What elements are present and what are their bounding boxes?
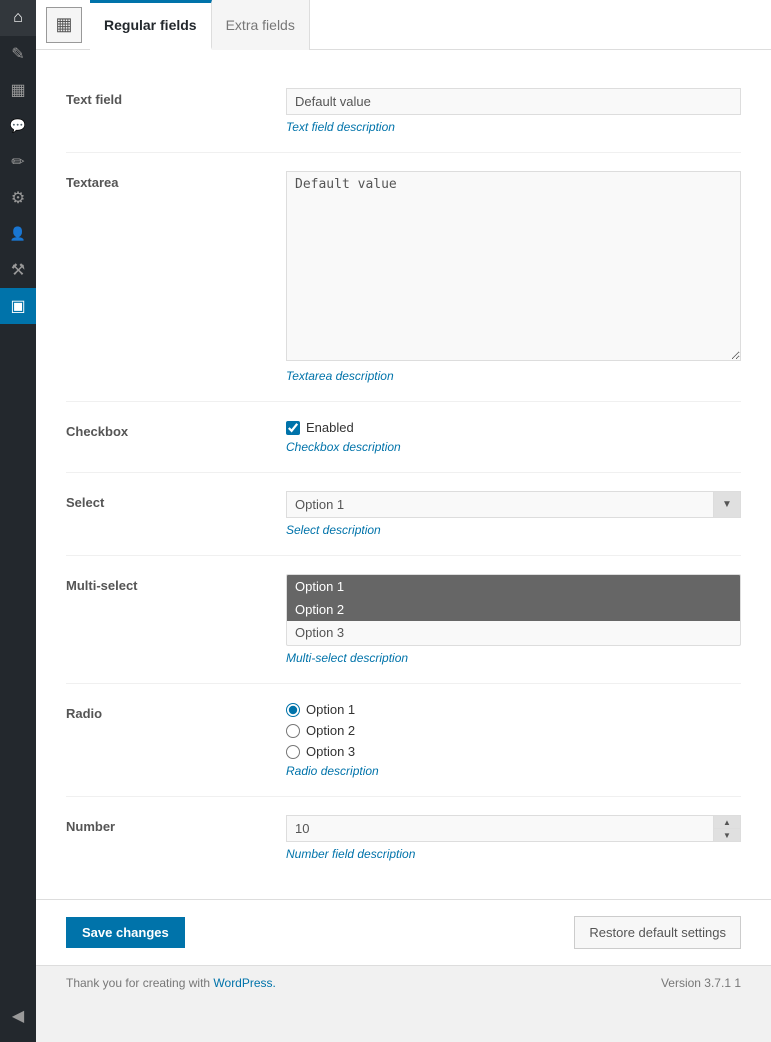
number-row: Number ▲ ▼ Number field description [66, 797, 741, 879]
sidebar-item-media[interactable]: ▦ [0, 72, 36, 108]
sidebar-item-collapse[interactable]: ◀ [0, 998, 36, 1034]
number-label: Number [66, 815, 286, 834]
radio-option-3-label: Option 3 [306, 744, 355, 759]
checkbox-input[interactable] [286, 421, 300, 435]
textarea-content: Default value Textarea description [286, 171, 741, 383]
checkbox-description: Checkbox description [286, 440, 741, 454]
text-field-row: Text field Text field description [66, 70, 741, 153]
multiselect-description: Multi-select description [286, 651, 741, 665]
radio-option-2-label: Option 2 [306, 723, 355, 738]
textarea-row: Textarea Default value Textarea descript… [66, 153, 741, 402]
text-field-description: Text field description [286, 120, 741, 134]
footer-bar: Thank you for creating with WordPress. V… [36, 965, 771, 1000]
multiselect-content: Option 1 Option 2 Option 3 Multi-select … [286, 574, 741, 665]
select-label: Select [66, 491, 286, 510]
sidebar-item-comments[interactable]: 💬 [0, 108, 36, 144]
select-wrapper: Option 1 Option 2 Option 3 ▼ [286, 491, 741, 518]
sidebar-item-custom[interactable]: ▣ [0, 288, 36, 324]
number-content: ▲ ▼ Number field description [286, 815, 741, 861]
multiselect-input[interactable]: Option 1 Option 2 Option 3 [286, 574, 741, 646]
checkbox-label: Checkbox [66, 420, 286, 439]
tabs-bar: ▦ Regular fields Extra fields [36, 0, 771, 50]
select-description: Select description [286, 523, 741, 537]
radio-label: Radio [66, 702, 286, 721]
sidebar-item-plugins[interactable]: ⚙ [0, 180, 36, 216]
restore-defaults-button[interactable]: Restore default settings [574, 916, 741, 949]
app-layout: ⌂ ✎ ▦ 💬 ✏ ⚙ 👤 ⚒ ▣ ◀ ▦ Regular fields Ext… [0, 0, 771, 1042]
tab-icon: ▦ [46, 7, 82, 43]
checkbox-content: Enabled Checkbox description [286, 420, 741, 454]
radio-option-3[interactable] [286, 745, 300, 759]
checkbox-input-row: Enabled [286, 420, 741, 435]
radio-option-2-row: Option 2 [286, 723, 741, 738]
sidebar-item-posts[interactable]: ✎ [0, 36, 36, 72]
select-input[interactable]: Option 1 Option 2 Option 3 [286, 491, 741, 518]
spinner-down-button[interactable]: ▼ [714, 829, 740, 841]
save-changes-button[interactable]: Save changes [66, 917, 185, 948]
textarea-input[interactable]: Default value [286, 171, 741, 361]
footer-actions: Save changes Restore default settings [36, 899, 771, 965]
multiselect-row: Multi-select Option 1 Option 2 Option 3 … [66, 556, 741, 684]
checkbox-row: Checkbox Enabled Checkbox description [66, 402, 741, 473]
radio-group: Option 1 Option 2 Option 3 [286, 702, 741, 759]
select-row: Select Option 1 Option 2 Option 3 ▼ Sele… [66, 473, 741, 556]
radio-row: Radio Option 1 Option 2 Opti [66, 684, 741, 797]
radio-content: Option 1 Option 2 Option 3 Radio descrip… [286, 702, 741, 778]
number-description: Number field description [286, 847, 741, 861]
text-field-label: Text field [66, 88, 286, 107]
sidebar: ⌂ ✎ ▦ 💬 ✏ ⚙ 👤 ⚒ ▣ ◀ [0, 0, 36, 1042]
main-content: ▦ Regular fields Extra fields Text field… [36, 0, 771, 1042]
tab-regular-fields[interactable]: Regular fields [90, 0, 212, 50]
number-wrapper: ▲ ▼ [286, 815, 741, 842]
sidebar-item-tools[interactable]: ⚒ [0, 252, 36, 288]
footer-thanks: Thank you for creating with WordPress. [66, 976, 276, 990]
multiselect-label: Multi-select [66, 574, 286, 593]
spinner-up-button[interactable]: ▲ [714, 816, 740, 829]
textarea-description: Textarea description [286, 369, 741, 383]
footer-version: Version 3.7.1 1 [661, 976, 741, 990]
sidebar-item-home[interactable]: ⌂ [0, 0, 36, 36]
sidebar-item-users[interactable]: 👤 [0, 216, 36, 252]
textarea-label: Textarea [66, 171, 286, 190]
radio-option-3-row: Option 3 [286, 744, 741, 759]
form-area: Text field Text field description Textar… [36, 50, 771, 899]
tab-extra-fields[interactable]: Extra fields [212, 0, 310, 50]
number-input[interactable] [286, 815, 741, 842]
radio-option-2[interactable] [286, 724, 300, 738]
checkbox-enabled-label: Enabled [306, 420, 354, 435]
select-content: Option 1 Option 2 Option 3 ▼ Select desc… [286, 491, 741, 537]
wordpress-link[interactable]: WordPress. [213, 976, 275, 990]
number-spinners: ▲ ▼ [713, 815, 741, 842]
radio-option-1[interactable] [286, 703, 300, 717]
text-field-input[interactable] [286, 88, 741, 115]
sidebar-item-appearance[interactable]: ✏ [0, 144, 36, 180]
radio-option-1-row: Option 1 [286, 702, 741, 717]
radio-option-1-label: Option 1 [306, 702, 355, 717]
radio-description: Radio description [286, 764, 741, 778]
text-field-content: Text field description [286, 88, 741, 134]
